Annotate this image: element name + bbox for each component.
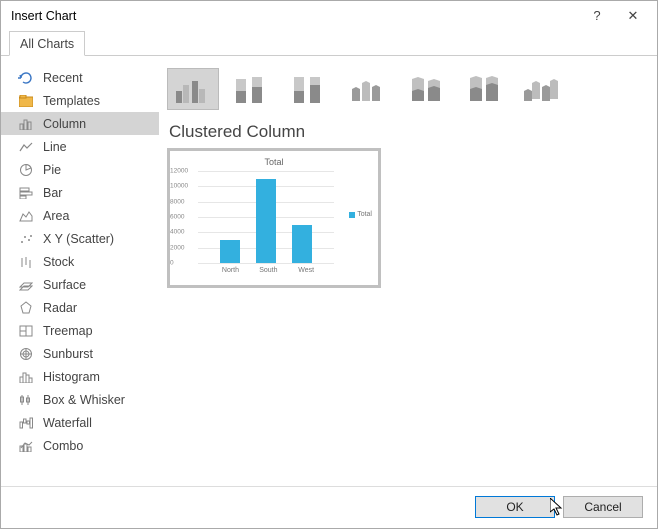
subtype-clustered-column[interactable]: [167, 68, 219, 110]
y-tick-label: 8000: [170, 198, 194, 205]
sidebar-item-label: Column: [43, 117, 86, 131]
dialog-footer: OK Cancel: [1, 486, 657, 526]
chart-bar: [292, 225, 312, 263]
scatter-icon: [17, 231, 35, 247]
sidebar-item-label: Templates: [43, 94, 100, 108]
sidebar-item-radar[interactable]: Radar: [1, 296, 159, 319]
sidebar-item-histogram[interactable]: Histogram: [1, 365, 159, 388]
chart-bar: [220, 240, 240, 263]
tab-all-charts[interactable]: All Charts: [9, 31, 85, 56]
y-tick-label: 0: [170, 260, 194, 267]
subtype-3d-stacked-column[interactable]: [399, 68, 451, 110]
content-area: Recent Templates Column Line Pie Bar Area X Y (…: [1, 56, 657, 486]
sidebar-item-line[interactable]: Line: [1, 135, 159, 158]
cancel-button[interactable]: Cancel: [563, 496, 643, 518]
sidebar-item-label: Radar: [43, 301, 77, 315]
subtype-row: [167, 68, 645, 110]
ok-button[interactable]: OK: [475, 496, 555, 518]
templates-icon: [17, 93, 35, 109]
y-tick-label: 6000: [170, 214, 194, 221]
area-icon: [17, 208, 35, 224]
x-tick-label: West: [298, 267, 314, 279]
radar-icon: [17, 300, 35, 316]
y-tick-label: 10000: [170, 183, 194, 190]
sidebar-item-bar[interactable]: Bar: [1, 181, 159, 204]
x-tick-label: South: [259, 267, 277, 279]
sunburst-icon: [17, 346, 35, 362]
sidebar-item-templates[interactable]: Templates: [1, 89, 159, 112]
bar-icon: [17, 185, 35, 201]
sidebar-item-stock[interactable]: Stock: [1, 250, 159, 273]
column-icon: [17, 116, 35, 132]
chart-type-sidebar: Recent Templates Column Line Pie Bar Area X Y (…: [1, 56, 159, 486]
sidebar-item-recent[interactable]: Recent: [1, 66, 159, 89]
main-panel: Clustered Column Total Total 0 2000 4000 60…: [159, 56, 657, 486]
sidebar-item-box-whisker[interactable]: Box & Whisker: [1, 388, 159, 411]
line-icon: [17, 139, 35, 155]
recent-icon: [17, 70, 35, 86]
boxwhisker-icon: [17, 392, 35, 408]
surface-icon: [17, 277, 35, 293]
help-icon[interactable]: ?: [579, 2, 615, 30]
preview-heading: Clustered Column: [169, 122, 645, 142]
stock-icon: [17, 254, 35, 270]
y-tick-label: 4000: [170, 229, 194, 236]
sidebar-item-x-y-scatter-[interactable]: X Y (Scatter): [1, 227, 159, 250]
sidebar-item-sunburst[interactable]: Sunburst: [1, 342, 159, 365]
sidebar-item-label: Surface: [43, 278, 86, 292]
grid-line: [198, 171, 334, 172]
sidebar-item-label: Box & Whisker: [43, 393, 125, 407]
histogram-icon: [17, 369, 35, 385]
sidebar-item-label: Histogram: [43, 370, 100, 384]
chart-legend: Total: [349, 211, 372, 218]
sidebar-item-label: Bar: [43, 186, 62, 200]
chart-plot-area: [198, 171, 334, 263]
subtype-100-stacked-column[interactable]: [283, 68, 335, 110]
waterfall-icon: [17, 415, 35, 431]
sidebar-item-label: Treemap: [43, 324, 93, 338]
legend-swatch: [349, 212, 355, 218]
sidebar-item-label: Area: [43, 209, 69, 223]
sidebar-item-label: Stock: [43, 255, 74, 269]
x-tick-label: North: [222, 267, 239, 279]
sidebar-item-column[interactable]: Column: [1, 112, 159, 135]
tab-row: All Charts: [1, 31, 657, 56]
sidebar-item-label: Recent: [43, 71, 83, 85]
subtype-3d-column[interactable]: [515, 68, 567, 110]
sidebar-item-label: Waterfall: [43, 416, 92, 430]
chart-title: Total: [170, 157, 378, 167]
pie-icon: [17, 162, 35, 178]
sidebar-item-label: Sunburst: [43, 347, 93, 361]
sidebar-item-pie[interactable]: Pie: [1, 158, 159, 181]
y-tick-label: 2000: [170, 244, 194, 251]
y-tick-label: 12000: [170, 168, 194, 175]
sidebar-item-label: Line: [43, 140, 67, 154]
subtype-stacked-column[interactable]: [225, 68, 277, 110]
sidebar-item-label: Pie: [43, 163, 61, 177]
sidebar-item-label: X Y (Scatter): [43, 232, 114, 246]
sidebar-item-surface[interactable]: Surface: [1, 273, 159, 296]
sidebar-item-label: Combo: [43, 439, 83, 453]
sidebar-item-treemap[interactable]: Treemap: [1, 319, 159, 342]
subtype-3d-100-stacked-column[interactable]: [457, 68, 509, 110]
subtype-3d-clustered-column[interactable]: [341, 68, 393, 110]
combo-icon: [17, 438, 35, 454]
sidebar-item-waterfall[interactable]: Waterfall: [1, 411, 159, 434]
chart-bar: [256, 179, 276, 263]
treemap-icon: [17, 323, 35, 339]
legend-label: Total: [357, 211, 372, 218]
sidebar-item-combo[interactable]: Combo: [1, 434, 159, 457]
sidebar-item-area[interactable]: Area: [1, 204, 159, 227]
grid-line: [198, 263, 334, 264]
chart-preview[interactable]: Total Total 0 2000 4000 6000 8000 10000 12000 N…: [167, 148, 381, 288]
titlebar: Insert Chart ? ✕: [1, 1, 657, 31]
close-icon[interactable]: ✕: [615, 2, 651, 30]
dialog-title: Insert Chart: [11, 9, 579, 23]
